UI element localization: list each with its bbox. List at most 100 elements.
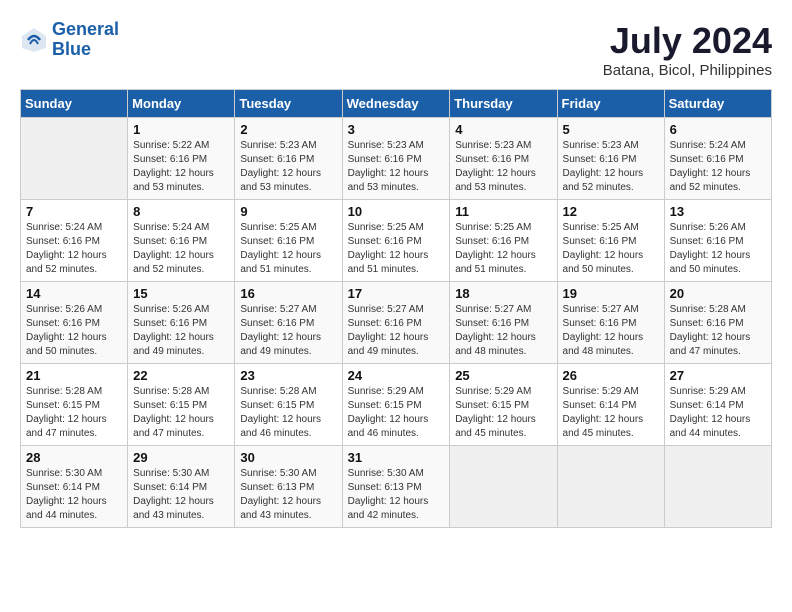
day-number: 3 <box>348 122 445 137</box>
calendar-cell: 14 Sunrise: 5:26 AM Sunset: 6:16 PM Dayli… <box>21 282 128 364</box>
column-header-monday: Monday <box>128 90 235 118</box>
day-number: 11 <box>455 204 551 219</box>
day-number: 20 <box>670 286 766 301</box>
day-number: 31 <box>348 450 445 465</box>
calendar-header-row: SundayMondayTuesdayWednesdayThursdayFrid… <box>21 90 772 118</box>
calendar-cell: 27Sunrise: 5:29 AM Sunset: 6:14 PM Dayli… <box>664 364 771 446</box>
day-number: 15 <box>133 286 229 301</box>
day-number: 21 <box>26 368 122 383</box>
day-number: 27 <box>670 368 766 383</box>
day-info: Sunrise: 5:27 AM Sunset: 6:16 PM Dayligh… <box>563 303 659 359</box>
day-info: Sunrise: 5:23 AM Sunset: 6:16 PM Dayligh… <box>563 139 659 195</box>
day-number: 26 <box>563 368 659 383</box>
calendar-cell <box>450 446 557 528</box>
day-info: Sunrise: 5:28 AM Sunset: 6:15 PM Dayligh… <box>240 385 336 441</box>
calendar-cell: 9 Sunrise: 5:25 AM Sunset: 6:16 PM Daylig… <box>235 200 342 282</box>
column-header-thursday: Thursday <box>450 90 557 118</box>
day-info: Sunrise: 5:27 AM Sunset: 6:16 PM Dayligh… <box>348 303 445 359</box>
logo: General Blue <box>20 20 119 60</box>
logo-icon <box>20 26 48 54</box>
day-info: Sunrise: 5:23 AM Sunset: 6:16 PM Dayligh… <box>348 139 445 195</box>
day-info: Sunrise: 5:25 AM Sunset: 6:16 PM Dayligh… <box>563 221 659 277</box>
calendar-cell: 15Sunrise: 5:26 AM Sunset: 6:16 PM Dayli… <box>128 282 235 364</box>
calendar-cell: 31 Sunrise: 5:30 AM Sunset: 6:13 PM Dayli… <box>342 446 450 528</box>
day-number: 7 <box>26 204 122 219</box>
calendar-week-row: 7 Sunrise: 5:24 AM Sunset: 6:16 PM Daylig… <box>21 200 772 282</box>
column-header-wednesday: Wednesday <box>342 90 450 118</box>
day-info: Sunrise: 5:25 AM Sunset: 6:16 PM Dayligh… <box>455 221 551 277</box>
day-info: Sunrise: 5:25 AM Sunset: 6:16 PM Dayligh… <box>240 221 336 277</box>
day-info: Sunrise: 5:25 AM Sunset: 6:16 PM Dayligh… <box>348 221 445 277</box>
day-info: Sunrise: 5:24 AM Sunset: 6:16 PM Dayligh… <box>670 139 766 195</box>
day-info: Sunrise: 5:30 AM Sunset: 6:13 PM Dayligh… <box>348 467 445 523</box>
day-number: 2 <box>240 122 336 137</box>
logo-text: General Blue <box>52 20 119 60</box>
month-title: July 2024 <box>603 20 772 62</box>
day-number: 1 <box>133 122 229 137</box>
day-info: Sunrise: 5:24 AM Sunset: 6:16 PM Dayligh… <box>133 221 229 277</box>
day-info: Sunrise: 5:26 AM Sunset: 6:16 PM Dayligh… <box>670 221 766 277</box>
calendar-week-row: 14 Sunrise: 5:26 AM Sunset: 6:16 PM Dayli… <box>21 282 772 364</box>
calendar-cell: 22 Sunrise: 5:28 AM Sunset: 6:15 PM Dayli… <box>128 364 235 446</box>
day-number: 13 <box>670 204 766 219</box>
calendar-cell: 2 Sunrise: 5:23 AM Sunset: 6:16 PM Daylig… <box>235 118 342 200</box>
day-info: Sunrise: 5:29 AM Sunset: 6:15 PM Dayligh… <box>455 385 551 441</box>
calendar-cell: 30 Sunrise: 5:30 AM Sunset: 6:13 PM Dayli… <box>235 446 342 528</box>
day-number: 28 <box>26 450 122 465</box>
calendar-cell: 25Sunrise: 5:29 AM Sunset: 6:15 PM Dayli… <box>450 364 557 446</box>
day-number: 14 <box>26 286 122 301</box>
column-header-sunday: Sunday <box>21 90 128 118</box>
day-info: Sunrise: 5:27 AM Sunset: 6:16 PM Dayligh… <box>455 303 551 359</box>
calendar-cell: 7 Sunrise: 5:24 AM Sunset: 6:16 PM Daylig… <box>21 200 128 282</box>
calendar-cell <box>21 118 128 200</box>
calendar-cell <box>557 446 664 528</box>
title-block: July 2024 Batana, Bicol, Philippines <box>603 20 772 79</box>
calendar-cell: 12 Sunrise: 5:25 AM Sunset: 6:16 PM Dayli… <box>557 200 664 282</box>
calendar-cell: 1 Sunrise: 5:22 AM Sunset: 6:16 PM Daylig… <box>128 118 235 200</box>
day-number: 9 <box>240 204 336 219</box>
day-info: Sunrise: 5:28 AM Sunset: 6:16 PM Dayligh… <box>670 303 766 359</box>
day-info: Sunrise: 5:26 AM Sunset: 6:16 PM Dayligh… <box>26 303 122 359</box>
day-number: 12 <box>563 204 659 219</box>
calendar-cell: 23Sunrise: 5:28 AM Sunset: 6:15 PM Dayli… <box>235 364 342 446</box>
day-number: 24 <box>348 368 445 383</box>
day-number: 19 <box>563 286 659 301</box>
page-header: General Blue July 2024 Batana, Bicol, Ph… <box>20 20 772 79</box>
day-number: 5 <box>563 122 659 137</box>
calendar-cell: 4 Sunrise: 5:23 AM Sunset: 6:16 PM Daylig… <box>450 118 557 200</box>
day-info: Sunrise: 5:23 AM Sunset: 6:16 PM Dayligh… <box>240 139 336 195</box>
day-info: Sunrise: 5:23 AM Sunset: 6:16 PM Dayligh… <box>455 139 551 195</box>
calendar-cell <box>664 446 771 528</box>
day-number: 8 <box>133 204 229 219</box>
calendar-cell: 28Sunrise: 5:30 AM Sunset: 6:14 PM Dayli… <box>21 446 128 528</box>
calendar-cell: 16 Sunrise: 5:27 AM Sunset: 6:16 PM Dayli… <box>235 282 342 364</box>
day-info: Sunrise: 5:27 AM Sunset: 6:16 PM Dayligh… <box>240 303 336 359</box>
calendar-week-row: 21 Sunrise: 5:28 AM Sunset: 6:15 PM Dayli… <box>21 364 772 446</box>
calendar-week-row: 1 Sunrise: 5:22 AM Sunset: 6:16 PM Daylig… <box>21 118 772 200</box>
day-number: 30 <box>240 450 336 465</box>
calendar-week-row: 28Sunrise: 5:30 AM Sunset: 6:14 PM Dayli… <box>21 446 772 528</box>
calendar-cell: 11 Sunrise: 5:25 AM Sunset: 6:16 PM Dayli… <box>450 200 557 282</box>
day-number: 22 <box>133 368 229 383</box>
calendar-cell: 13 Sunrise: 5:26 AM Sunset: 6:16 PM Dayli… <box>664 200 771 282</box>
day-info: Sunrise: 5:22 AM Sunset: 6:16 PM Dayligh… <box>133 139 229 195</box>
calendar-cell: 18Sunrise: 5:27 AM Sunset: 6:16 PM Dayli… <box>450 282 557 364</box>
calendar-cell: 17 Sunrise: 5:27 AM Sunset: 6:16 PM Dayli… <box>342 282 450 364</box>
day-number: 10 <box>348 204 445 219</box>
calendar-cell: 26Sunrise: 5:29 AM Sunset: 6:14 PM Dayli… <box>557 364 664 446</box>
day-info: Sunrise: 5:30 AM Sunset: 6:13 PM Dayligh… <box>240 467 336 523</box>
day-number: 29 <box>133 450 229 465</box>
day-info: Sunrise: 5:28 AM Sunset: 6:15 PM Dayligh… <box>26 385 122 441</box>
calendar-cell: 21 Sunrise: 5:28 AM Sunset: 6:15 PM Dayli… <box>21 364 128 446</box>
day-info: Sunrise: 5:24 AM Sunset: 6:16 PM Dayligh… <box>26 221 122 277</box>
calendar-cell: 6Sunrise: 5:24 AM Sunset: 6:16 PM Daylig… <box>664 118 771 200</box>
day-info: Sunrise: 5:28 AM Sunset: 6:15 PM Dayligh… <box>133 385 229 441</box>
calendar-cell: 8 Sunrise: 5:24 AM Sunset: 6:16 PM Daylig… <box>128 200 235 282</box>
day-number: 17 <box>348 286 445 301</box>
calendar-cell: 20 Sunrise: 5:28 AM Sunset: 6:16 PM Dayli… <box>664 282 771 364</box>
calendar-table: SundayMondayTuesdayWednesdayThursdayFrid… <box>20 89 772 528</box>
day-number: 16 <box>240 286 336 301</box>
day-info: Sunrise: 5:29 AM Sunset: 6:15 PM Dayligh… <box>348 385 445 441</box>
calendar-cell: 3 Sunrise: 5:23 AM Sunset: 6:16 PM Daylig… <box>342 118 450 200</box>
day-number: 4 <box>455 122 551 137</box>
